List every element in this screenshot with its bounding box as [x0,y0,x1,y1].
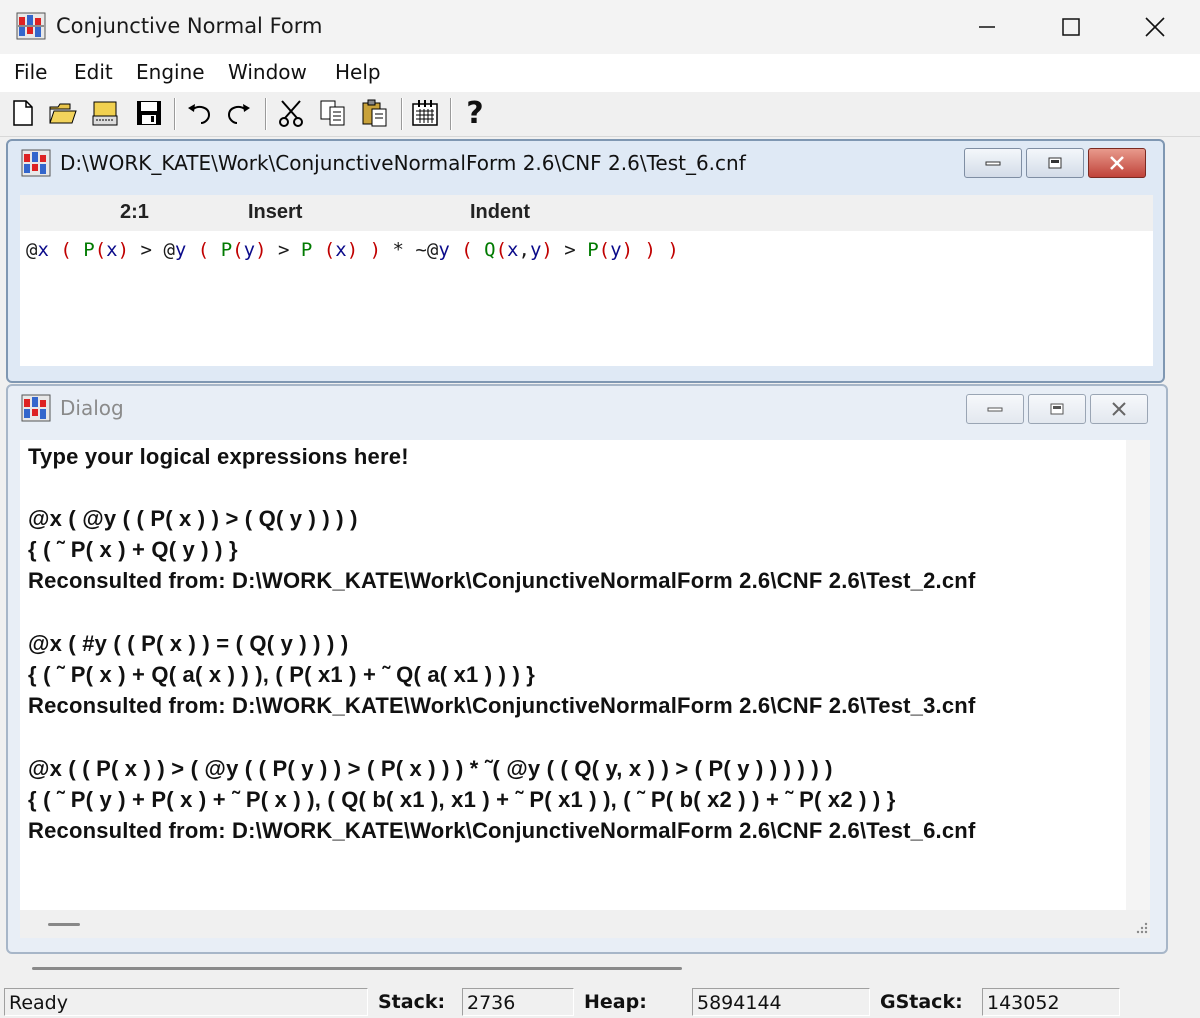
status-heap-label-cell: Heap: [580,988,686,1016]
dialog-minimize-button[interactable] [966,394,1024,424]
editor-file-path: D:\WORK_KATE\Work\ConjunctiveNormalForm … [60,151,746,175]
close-button[interactable] [1112,0,1198,54]
menu-edit[interactable]: Edit [74,60,113,84]
menu-file[interactable]: File [14,60,47,84]
close-icon [1110,156,1124,170]
dialog-close-button[interactable] [1090,394,1148,424]
dialog-line: Type your logical expressions here! [28,444,409,469]
menu-bar: File Edit Engine Window Help [0,54,1200,92]
toolbar-separator [174,98,176,130]
undo-button[interactable] [182,96,216,130]
dialog-line: Reconsulted from: D:\WORK_KATE\Work\Conj… [28,818,976,843]
status-bar: Ready Stack: 2736 Heap: 5894144 GStack: … [0,986,1200,1018]
restore-icon [1048,157,1062,169]
minimize-button[interactable] [944,0,1030,54]
cursor-position: 2:1 [120,201,149,223]
status-ready: Ready [4,988,368,1016]
status-stack-label-cell: Stack: [374,988,456,1016]
resize-grip-icon[interactable] [1134,920,1148,934]
dialog-title-bar[interactable]: Dialog [8,386,1166,424]
copy-button[interactable] [316,96,350,130]
save-icon [137,101,161,125]
heap-label: Heap: [584,991,647,1013]
cut-button[interactable] [274,96,308,130]
window-title: Conjunctive Normal Form [56,14,323,38]
toolbar-separator [265,98,267,130]
open-file-button[interactable] [46,96,80,130]
toolbar-separator [401,98,403,130]
paste-button[interactable] [358,96,392,130]
title-bar[interactable]: Conjunctive Normal Form [0,0,1200,54]
cut-icon [279,100,303,127]
menu-window[interactable]: Window [228,60,307,84]
dialog-line: @x ( #y ( ( P( x ) ) = ( Q( y ) ) ) ) [28,631,349,656]
editor-window: D:\WORK_KATE\Work\ConjunctiveNormalForm … [6,139,1165,383]
insert-mode: Insert [248,201,303,223]
editor-status-bar: 2:1 Insert Indent [20,195,1153,231]
editor-title-bar[interactable]: D:\WORK_KATE\Work\ConjunctiveNormalForm … [8,141,1163,179]
calendar-icon [412,100,438,126]
dialog-line: @x ( ( P( x ) ) > ( @y ( ( P( y ) ) > ( … [28,756,833,781]
minimize-icon [985,161,1001,166]
gstack-value: 143052 [982,988,1120,1016]
new-file-icon [13,100,33,126]
dialog-line: { ( ˜ P( y ) + P( x ) + ˜ P( x ) ), ( Q(… [28,787,896,812]
dialog-line: Reconsulted from: D:\WORK_KATE\Work\Conj… [28,693,976,718]
toolbar-separator [450,98,452,130]
dialog-line: Reconsulted from: D:\WORK_KATE\Work\Conj… [28,568,976,593]
close-icon [1145,17,1165,37]
status-gstack-label-cell: GStack: [876,988,976,1016]
save-button[interactable] [132,96,166,130]
help-button[interactable]: ? [458,95,492,131]
stack-value: 2736 [462,988,574,1016]
editor-text-area[interactable]: @x ( P(x) > @y ( P(y) > P (x) ) * ~@y ( … [20,231,1153,366]
editor-close-button[interactable] [1088,148,1146,178]
dialog-line: @x ( @y ( ( P( x ) ) > ( Q( y ) ) ) ) [28,506,358,531]
dialog-line: { ( ˜ P( x ) + Q( a( x ) ) ), ( P( x1 ) … [28,662,536,687]
minimize-icon [987,407,1003,412]
redo-icon [227,104,250,124]
menu-engine[interactable]: Engine [136,60,205,84]
dialog-horizontal-scrollbar[interactable] [20,910,1150,938]
close-icon [1112,402,1126,416]
restore-icon [1050,403,1064,415]
editor-restore-button[interactable] [1026,148,1084,178]
dialog-line: { ( ˜ P( x ) + Q( y ) ) } [28,537,238,562]
dialog-text-area[interactable]: Type your logical expressions here! @x (… [20,440,1126,910]
maximize-icon [1062,18,1080,36]
maximize-button[interactable] [1028,0,1114,54]
mdi-horizontal-scroll-thumb[interactable] [32,967,682,970]
menu-help[interactable]: Help [335,60,381,84]
open-folder-icon [49,103,77,124]
editor-minimize-button[interactable] [964,148,1022,178]
gstack-label: GStack: [880,991,963,1013]
drive-icon [92,101,118,126]
editor-code-line: @x ( P(x) > @y ( P(y) > P (x) ) * ~@y ( … [26,239,679,261]
mdi-area: D:\WORK_KATE\Work\ConjunctiveNormalForm … [0,137,1200,970]
indent-mode: Indent [470,201,530,223]
dialog-vertical-scrollbar[interactable] [1126,440,1150,910]
dialog-restore-button[interactable] [1028,394,1086,424]
horizontal-scroll-thumb[interactable] [48,923,80,926]
drive-button[interactable] [88,96,122,130]
dialog-app-icon [21,394,51,422]
copy-icon [320,100,345,126]
editor-app-icon [21,149,51,177]
heap-value: 5894144 [692,988,870,1016]
toolbar: ? [0,92,1200,137]
minimize-icon [979,26,995,28]
undo-icon [188,104,211,124]
dialog-window: Dialog Type your logical expressions her… [6,384,1168,954]
redo-button[interactable] [222,96,256,130]
new-file-button[interactable] [6,96,40,130]
dialog-title: Dialog [60,396,124,420]
paste-icon [362,99,387,127]
stack-label: Stack: [378,991,446,1013]
help-icon: ? [466,95,484,131]
calendar-button[interactable] [408,96,442,130]
app-icon [16,12,46,40]
